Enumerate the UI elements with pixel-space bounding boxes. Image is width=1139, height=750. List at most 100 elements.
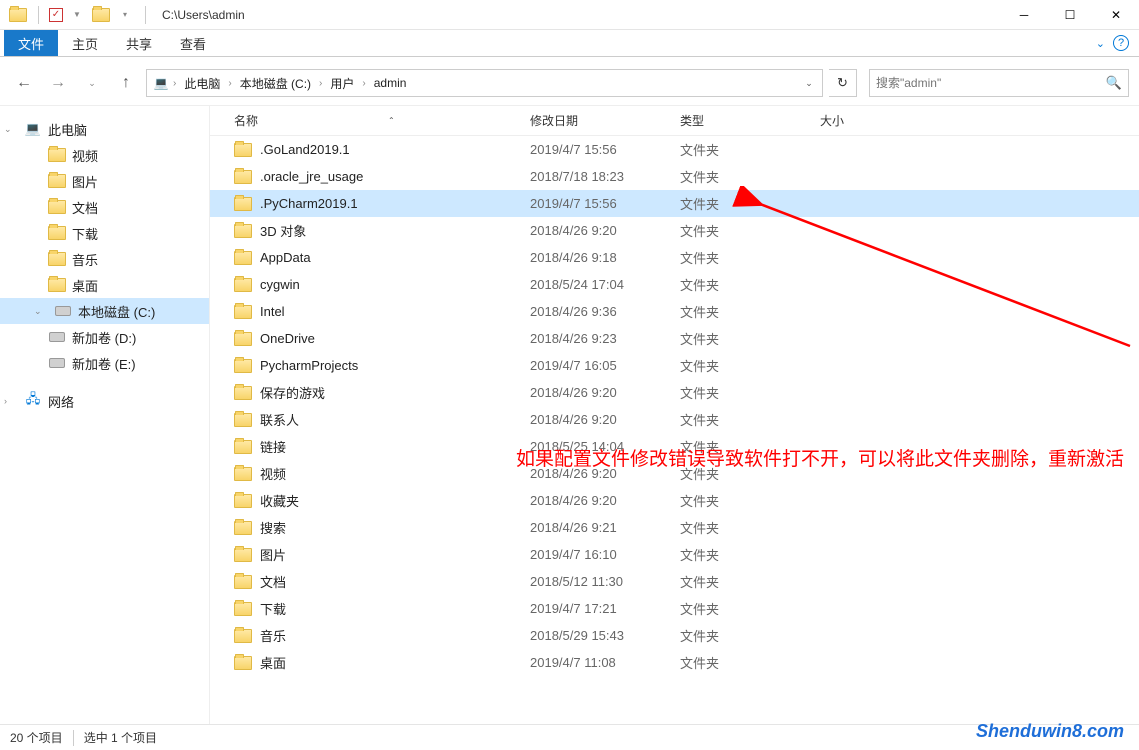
main-area: ⌄ 💻 此电脑 视频图片文档下载音乐桌面 ⌄本地磁盘 (C:)新加卷 (D:)新… [0, 105, 1139, 724]
expand-icon[interactable]: ⌄ [4, 124, 16, 135]
file-name: 图片 [260, 545, 286, 564]
dropdown-icon[interactable]: ▼ [67, 5, 87, 25]
checkbox-icon[interactable]: ✓ [49, 8, 63, 22]
file-row[interactable]: AppData 2018/4/26 9:18 文件夹 [210, 244, 1139, 271]
column-header-type[interactable]: 类型 [680, 112, 820, 129]
up-button[interactable]: ↑ [112, 69, 140, 97]
forward-button[interactable]: → [44, 69, 72, 97]
file-date: 2018/4/26 9:18 [530, 250, 680, 265]
file-row[interactable]: cygwin 2018/5/24 17:04 文件夹 [210, 271, 1139, 298]
qat-dropdown-icon[interactable]: ▾ [115, 5, 135, 25]
file-type: 文件夹 [680, 599, 820, 618]
column-header-name[interactable]: 名称 ⌃ [210, 112, 530, 129]
help-icon[interactable]: ? [1113, 35, 1129, 51]
sidebar-item-drive[interactable]: ⌄本地磁盘 (C:) [0, 298, 209, 324]
file-row[interactable]: OneDrive 2018/4/26 9:23 文件夹 [210, 325, 1139, 352]
column-header-size[interactable]: 大小 [820, 112, 900, 129]
sidebar-item-network[interactable]: › 🖧 网络 [0, 388, 209, 414]
maximize-button[interactable]: ☐ [1047, 0, 1093, 30]
folder-icon [234, 251, 252, 265]
file-row[interactable]: 链接 2018/5/25 14:04 文件夹 [210, 433, 1139, 460]
file-date: 2019/4/7 11:08 [530, 655, 680, 670]
file-date: 2019/4/7 17:21 [530, 601, 680, 616]
file-row[interactable]: 音乐 2018/5/29 15:43 文件夹 [210, 622, 1139, 649]
sidebar-item[interactable]: 视频 [0, 142, 209, 168]
file-name: 收藏夹 [260, 491, 299, 510]
file-row[interactable]: 下载 2019/4/7 17:21 文件夹 [210, 595, 1139, 622]
close-button[interactable]: ✕ [1093, 0, 1139, 30]
sidebar-item[interactable]: 下载 [0, 220, 209, 246]
network-icon: 🖧 [24, 392, 42, 410]
file-name: AppData [260, 250, 311, 265]
breadcrumb-admin[interactable]: admin [368, 70, 413, 96]
file-row[interactable]: 搜索 2018/4/26 9:21 文件夹 [210, 514, 1139, 541]
file-type: 文件夹 [680, 275, 820, 294]
breadcrumb-thispc[interactable]: 此电脑 [178, 70, 226, 96]
file-type: 文件夹 [680, 302, 820, 321]
address-bar[interactable]: 💻 › 此电脑 › 本地磁盘 (C:) › 用户 › admin ⌄ [146, 69, 823, 97]
file-row[interactable]: 视频 2018/4/26 9:20 文件夹 [210, 460, 1139, 487]
search-box[interactable]: 🔍 [869, 69, 1129, 97]
sidebar-item[interactable]: 文档 [0, 194, 209, 220]
ribbon-right: ⌄ ? [1096, 30, 1139, 56]
chevron-right-icon[interactable]: › [171, 78, 178, 89]
file-row[interactable]: 文档 2018/5/12 11:30 文件夹 [210, 568, 1139, 595]
disk-icon [54, 302, 72, 320]
tab-home[interactable]: 主页 [58, 30, 112, 56]
sidebar-item[interactable]: 图片 [0, 168, 209, 194]
file-row[interactable]: 桌面 2019/4/7 11:08 文件夹 [210, 649, 1139, 676]
expand-icon[interactable]: › [4, 396, 16, 406]
folder-icon [234, 197, 252, 211]
search-input[interactable] [876, 76, 1106, 90]
file-row[interactable]: 3D 对象 2018/4/26 9:20 文件夹 [210, 217, 1139, 244]
file-type: 文件夹 [680, 140, 820, 159]
file-date: 2018/4/26 9:20 [530, 385, 680, 400]
file-name: .GoLand2019.1 [260, 142, 350, 157]
tab-share[interactable]: 共享 [112, 30, 166, 56]
file-row[interactable]: .oracle_jre_usage 2018/7/18 18:23 文件夹 [210, 163, 1139, 190]
file-name: 链接 [260, 437, 286, 456]
expand-icon[interactable]: ⌄ [34, 306, 46, 317]
refresh-button[interactable]: ↻ [829, 69, 857, 97]
chevron-right-icon[interactable]: › [317, 78, 324, 89]
expand-ribbon-icon[interactable]: ⌄ [1096, 37, 1105, 50]
breadcrumb-drive[interactable]: 本地磁盘 (C:) [234, 70, 317, 96]
file-name: 搜索 [260, 518, 286, 537]
file-row[interactable]: Intel 2018/4/26 9:36 文件夹 [210, 298, 1139, 325]
file-date: 2018/7/18 18:23 [530, 169, 680, 184]
sidebar-item-drive[interactable]: 新加卷 (D:) [0, 324, 209, 350]
file-row[interactable]: .PyCharm2019.1 2019/4/7 15:56 文件夹 [210, 190, 1139, 217]
search-icon[interactable]: 🔍 [1106, 75, 1122, 91]
breadcrumb-users[interactable]: 用户 [324, 70, 360, 96]
file-name: 保存的游戏 [260, 383, 325, 402]
file-date: 2018/4/26 9:36 [530, 304, 680, 319]
file-date: 2019/4/7 16:10 [530, 547, 680, 562]
folder-icon [234, 278, 252, 292]
file-date: 2018/4/26 9:20 [530, 223, 680, 238]
file-row[interactable]: PycharmProjects 2019/4/7 16:05 文件夹 [210, 352, 1139, 379]
tab-file[interactable]: 文件 [4, 30, 58, 56]
back-button[interactable]: ← [10, 69, 38, 97]
minimize-button[interactable]: ─ [1001, 0, 1047, 30]
address-dropdown-icon[interactable]: ⌄ [800, 78, 818, 89]
sidebar-item-thispc[interactable]: ⌄ 💻 此电脑 [0, 116, 209, 142]
file-row[interactable]: 保存的游戏 2018/4/26 9:20 文件夹 [210, 379, 1139, 406]
sidebar-item-drive[interactable]: 新加卷 (E:) [0, 350, 209, 376]
chevron-right-icon[interactable]: › [226, 78, 233, 89]
history-dropdown-icon[interactable]: ⌄ [78, 69, 106, 97]
file-row[interactable]: 联系人 2018/4/26 9:20 文件夹 [210, 406, 1139, 433]
chevron-right-icon[interactable]: › [360, 78, 367, 89]
file-row[interactable]: .GoLand2019.1 2019/4/7 15:56 文件夹 [210, 136, 1139, 163]
sidebar-label: 新加卷 (D:) [72, 328, 136, 347]
file-row[interactable]: 收藏夹 2018/4/26 9:20 文件夹 [210, 487, 1139, 514]
tab-view[interactable]: 查看 [166, 30, 220, 56]
file-name: 联系人 [260, 410, 299, 429]
separator [145, 6, 146, 24]
sidebar-item[interactable]: 桌面 [0, 272, 209, 298]
sidebar-item[interactable]: 音乐 [0, 246, 209, 272]
sidebar-label: 此电脑 [48, 120, 87, 139]
separator [38, 6, 39, 24]
file-type: 文件夹 [680, 356, 820, 375]
file-row[interactable]: 图片 2019/4/7 16:10 文件夹 [210, 541, 1139, 568]
column-header-date[interactable]: 修改日期 [530, 112, 680, 129]
